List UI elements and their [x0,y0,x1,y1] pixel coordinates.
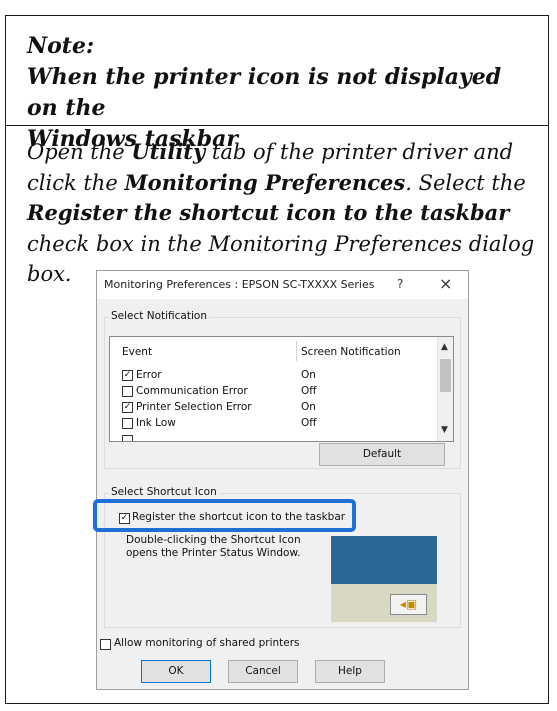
body-bold-utility: Utility [131,139,206,164]
titlebar-help-button[interactable]: ? [397,277,403,291]
scroll-thumb[interactable] [440,359,451,392]
shortcut-description: Double-clicking the Shortcut Icon opens … [126,534,301,559]
note-title-line: When the printer icon is not displayed o… [27,64,502,121]
checkbox[interactable]: ✓ [122,402,133,413]
event-name: Communication Error [136,385,248,397]
default-button[interactable]: Default [319,443,445,466]
list-item[interactable]: Ink Low Off [110,415,435,431]
list-item-partial [110,433,435,441]
list-item[interactable]: ✓ Error On [110,367,435,383]
list-scrollbar[interactable]: ▲ ▼ [437,337,453,441]
select-notification-label: Select Notification [109,310,209,322]
register-shortcut-highlight [93,499,356,532]
checkbox[interactable] [122,386,133,397]
column-header-screen-notification[interactable]: Screen Notification [301,346,401,358]
printer-tray-icon: ◂▣ [390,594,427,615]
allow-shared-checkbox[interactable] [100,639,111,650]
notification-value: On [301,369,316,381]
event-name: Printer Selection Error [136,401,252,413]
close-icon[interactable]: × [439,274,452,293]
notification-value: On [301,401,316,413]
column-header-event[interactable]: Event [122,346,152,358]
cancel-button[interactable]: Cancel [228,660,298,683]
help-button[interactable]: Help [315,660,385,683]
note-divider [5,125,549,126]
body-text: . Select the [405,170,526,195]
event-name: Error [136,369,162,381]
list-item[interactable]: ✓ Printer Selection Error On [110,399,435,415]
list-item[interactable]: Communication Error Off [110,383,435,399]
event-name: Ink Low [136,417,176,429]
checkbox[interactable] [122,418,133,429]
note-label: Note: [27,33,95,59]
column-separator [296,341,297,361]
note-body: Open the Utility tab of the printer driv… [27,137,539,290]
body-bold-monitoring-preferences: Monitoring Preferences [124,169,406,195]
dialog-title: Monitoring Preferences : EPSON SC-TXXXX … [104,278,375,291]
dialog-titlebar: Monitoring Preferences : EPSON SC-TXXXX … [97,271,468,299]
notification-event-list[interactable]: Event Screen Notification ✓ Error On Com… [109,336,454,442]
checkbox[interactable]: ✓ [122,370,133,381]
notification-value: Off [301,417,317,429]
scroll-down-arrow-icon[interactable]: ▼ [441,425,448,435]
body-bold-register-shortcut: Register the shortcut icon to the taskba… [27,200,510,225]
select-shortcut-label: Select Shortcut Icon [109,486,219,498]
notification-value: Off [301,385,317,397]
body-text: Open the [27,140,132,164]
ok-button[interactable]: OK [141,660,211,683]
monitoring-preferences-dialog: Monitoring Preferences : EPSON SC-TXXXX … [96,270,469,690]
checkbox [122,435,133,441]
allow-shared-label[interactable]: Allow monitoring of shared printers [114,637,300,649]
list-header: Event Screen Notification [110,337,435,363]
scroll-up-arrow-icon[interactable]: ▲ [441,342,448,352]
